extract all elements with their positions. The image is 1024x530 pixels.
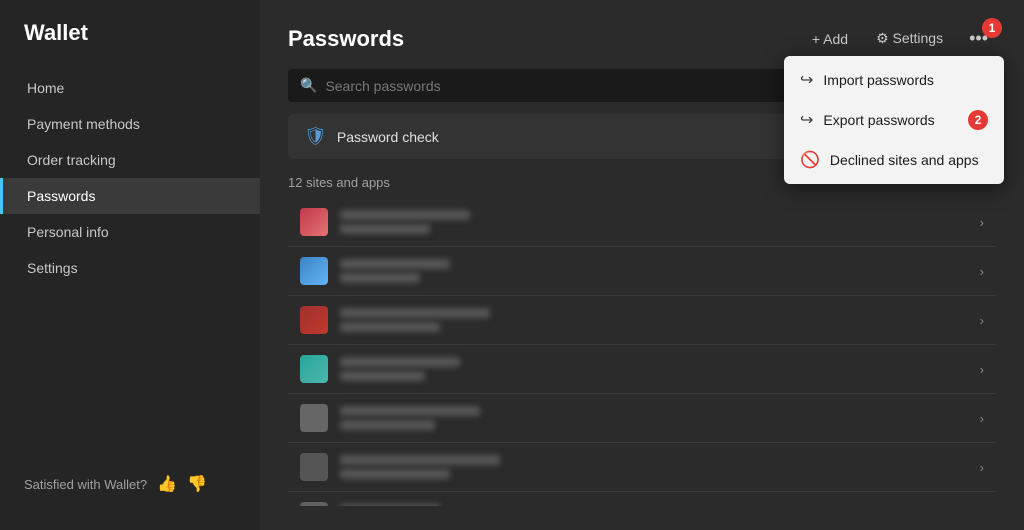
pw-details-0 <box>340 210 968 234</box>
pw-name-0 <box>340 210 470 220</box>
password-check-label: Password check <box>337 129 439 145</box>
favicon-6 <box>300 502 328 506</box>
main-header: Passwords + Add ⚙ Settings ••• 1 <box>288 24 996 53</box>
sidebar-nav: Home Payment methods Order tracking Pass… <box>0 70 260 458</box>
chevron-icon: › <box>980 264 984 279</box>
app-title: Wallet <box>0 20 260 70</box>
pw-user-4 <box>340 420 435 430</box>
pw-details-5 <box>340 455 968 479</box>
chevron-icon: › <box>980 313 984 328</box>
search-icon: 🔍 <box>300 77 317 94</box>
table-row[interactable]: › <box>288 296 996 345</box>
import-label: Import passwords <box>823 72 933 88</box>
table-row[interactable]: › <box>288 492 996 506</box>
chevron-icon: › <box>980 215 984 230</box>
favicon-1 <box>300 257 328 285</box>
add-button[interactable]: + Add <box>802 25 858 53</box>
main-content: Passwords + Add ⚙ Settings ••• 1 🔍 🛡 Pas… <box>260 0 1024 530</box>
footer-text: Satisfied with Wallet? <box>24 477 147 492</box>
chevron-icon: › <box>980 460 984 475</box>
pw-details-1 <box>340 259 968 283</box>
page-title: Passwords <box>288 26 404 52</box>
pw-name-6 <box>340 504 440 506</box>
export-label: Export passwords <box>823 112 934 128</box>
more-button[interactable]: ••• 1 <box>961 24 996 53</box>
pw-user-2 <box>340 322 440 332</box>
dropdown-item-declined[interactable]: 🚫 Declined sites and apps <box>784 140 1004 180</box>
chevron-icon: › <box>980 362 984 377</box>
table-row[interactable]: › <box>288 345 996 394</box>
pw-details-3 <box>340 357 968 381</box>
sidebar-item-settings[interactable]: Settings <box>0 250 260 286</box>
shield-icon: 🛡 <box>304 126 327 147</box>
export-badge: 2 <box>968 110 988 130</box>
pw-details-4 <box>340 406 968 430</box>
pw-name-1 <box>340 259 450 269</box>
pw-name-2 <box>340 308 490 318</box>
settings-button[interactable]: ⚙ Settings <box>866 24 953 53</box>
declined-icon: 🚫 <box>800 150 820 170</box>
import-icon: ↪ <box>800 70 813 90</box>
sidebar-footer: Satisfied with Wallet? 👍 👎 <box>0 458 260 510</box>
table-row[interactable]: › <box>288 394 996 443</box>
pw-name-4 <box>340 406 480 416</box>
password-list: › › › › <box>288 198 996 506</box>
sidebar-item-home[interactable]: Home <box>0 70 260 106</box>
pw-name-5 <box>340 455 500 465</box>
sidebar-item-passwords[interactable]: Passwords <box>0 178 260 214</box>
pw-user-5 <box>340 469 450 479</box>
thumbs-down-icon[interactable]: 👎 <box>187 474 207 494</box>
table-row[interactable]: › <box>288 198 996 247</box>
sidebar-item-personal-info[interactable]: Personal info <box>0 214 260 250</box>
pw-user-3 <box>340 371 425 381</box>
export-icon: ↪ <box>800 110 813 130</box>
sidebar: Wallet Home Payment methods Order tracki… <box>0 0 260 530</box>
thumbs-up-icon[interactable]: 👍 <box>157 474 177 494</box>
dropdown-item-import[interactable]: ↪ Import passwords <box>784 60 1004 100</box>
pw-user-0 <box>340 224 430 234</box>
dropdown-menu: ↪ Import passwords ↪ Export passwords 2 … <box>784 56 1004 184</box>
pw-details-2 <box>340 308 968 332</box>
favicon-0 <box>300 208 328 236</box>
pw-name-3 <box>340 357 460 367</box>
favicon-2 <box>300 306 328 334</box>
header-badge: 1 <box>982 18 1002 38</box>
table-row[interactable]: › <box>288 443 996 492</box>
pw-details-6 <box>340 504 968 506</box>
sidebar-item-order-tracking[interactable]: Order tracking <box>0 142 260 178</box>
table-row[interactable]: › <box>288 247 996 296</box>
favicon-5 <box>300 453 328 481</box>
declined-label: Declined sites and apps <box>830 152 979 168</box>
header-actions: + Add ⚙ Settings ••• 1 <box>802 24 996 53</box>
favicon-3 <box>300 355 328 383</box>
chevron-icon: › <box>980 411 984 426</box>
dropdown-item-export[interactable]: ↪ Export passwords 2 <box>784 100 1004 140</box>
favicon-4 <box>300 404 328 432</box>
sidebar-item-payment-methods[interactable]: Payment methods <box>0 106 260 142</box>
pw-user-1 <box>340 273 420 283</box>
